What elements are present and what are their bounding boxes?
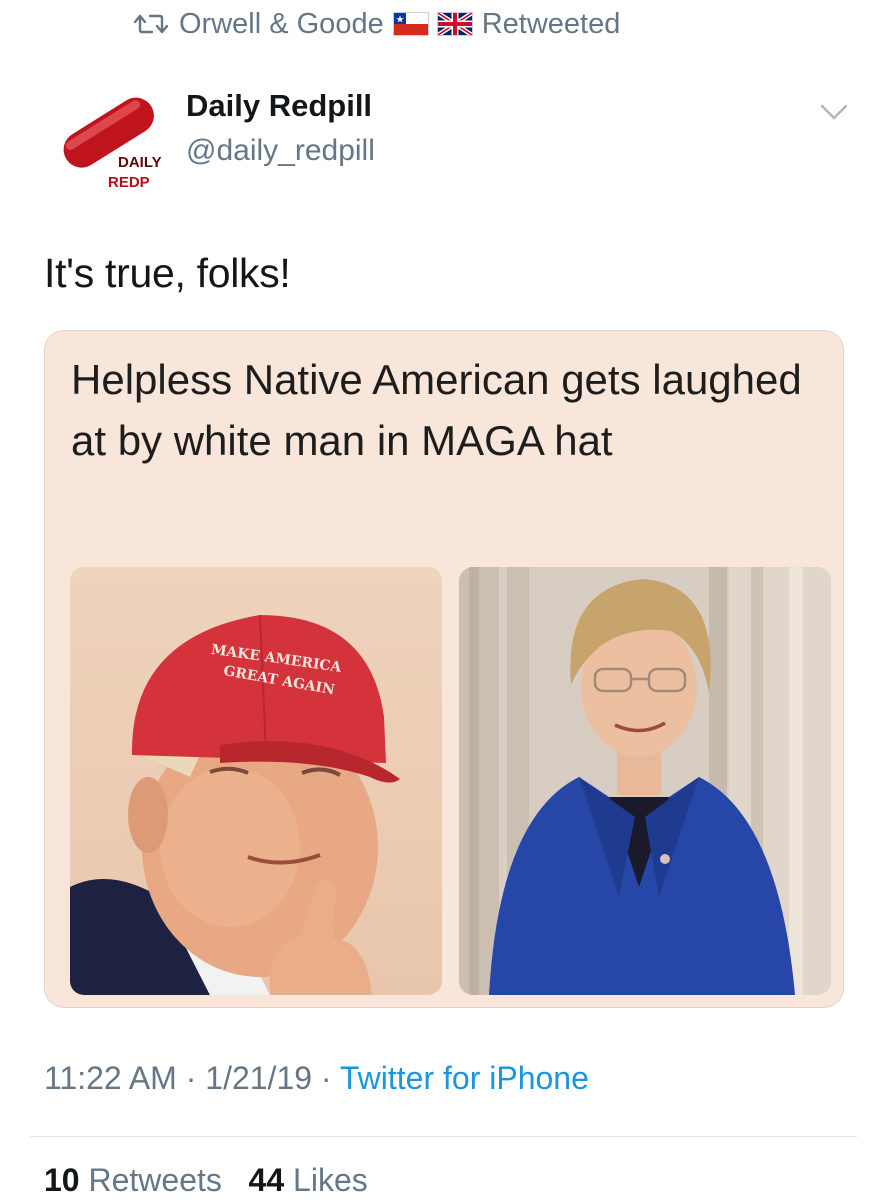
svg-text:DAILY: DAILY xyxy=(118,154,162,171)
author-handle[interactable]: @daily_redpill xyxy=(186,134,375,168)
retweet-icon xyxy=(133,14,169,34)
engagement-stats: 10 Retweets 44 Likes xyxy=(44,1162,368,1199)
photo-woman-in-blue xyxy=(459,567,831,995)
uk-flag-icon xyxy=(437,13,472,35)
tweet-detail-view: Orwell & Goode Retweeted DAILY REDP Dail… xyxy=(0,0,887,1200)
chevron-down-icon[interactable] xyxy=(818,100,850,124)
tweet-date[interactable]: 1/21/19 xyxy=(205,1060,312,1096)
likes-label: Likes xyxy=(293,1162,368,1198)
red-pill-logo: DAILY REDP xyxy=(46,80,166,200)
photo-man-in-maga-hat: MAKE AMERICA GREAT AGAIN xyxy=(70,567,442,995)
tweet-media[interactable]: Helpless Native American gets laughed at… xyxy=(44,330,844,1008)
meme-caption: Helpless Native American gets laughed at… xyxy=(71,356,802,464)
retweeted-label: Retweeted xyxy=(481,7,621,40)
retweeter-name[interactable]: Orwell & Goode xyxy=(179,8,384,41)
retweets-stat[interactable]: 10 Retweets xyxy=(44,1162,222,1198)
divider xyxy=(30,1136,857,1137)
author-display-name[interactable]: Daily Redpill xyxy=(186,88,372,124)
tweet-text: It's true, folks! xyxy=(44,250,291,296)
retweets-count: 10 xyxy=(44,1162,80,1198)
tweet-meta: 11:22 AM · 1/21/19 · Twitter for iPhone xyxy=(44,1060,589,1097)
retweet-context[interactable]: Orwell & Goode Retweeted xyxy=(133,4,620,44)
tweet-time[interactable]: 11:22 AM xyxy=(44,1060,177,1096)
tweet-source-link[interactable]: Twitter for iPhone xyxy=(340,1060,589,1096)
likes-stat[interactable]: 44 Likes xyxy=(249,1162,368,1198)
separator: · xyxy=(185,1060,197,1096)
likes-count: 44 xyxy=(248,1162,285,1198)
svg-text:REDP: REDP xyxy=(108,174,150,191)
retweets-label: Retweets xyxy=(88,1162,222,1198)
author-avatar[interactable]: DAILY REDP xyxy=(46,80,166,200)
chile-flag-icon xyxy=(393,13,428,35)
separator: · xyxy=(320,1060,332,1096)
